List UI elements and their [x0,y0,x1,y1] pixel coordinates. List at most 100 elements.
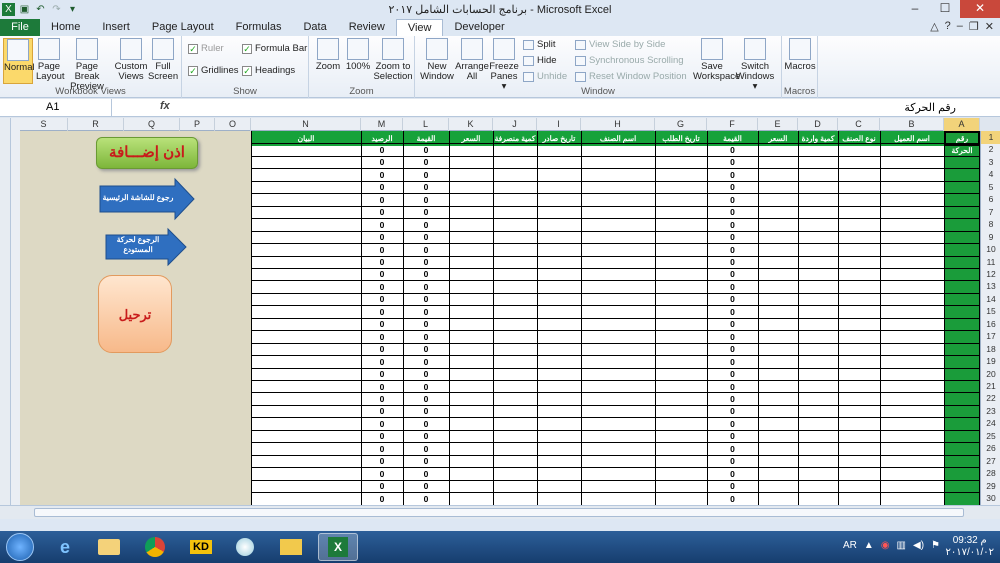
column-header-I[interactable]: I [537,118,581,131]
volume-icon[interactable]: ◀) [913,540,924,551]
vertical-scrollbar[interactable] [0,118,11,505]
cell-zero-value[interactable]: 0 [403,343,449,356]
cell-zero-value[interactable]: 0 [403,493,449,505]
cell-zero-value[interactable]: 0 [361,405,403,418]
switch-windows-button[interactable]: Switch Windows ▾ [733,38,777,92]
row-header-29[interactable]: 29 [981,480,1000,493]
name-box[interactable]: A1 [0,99,112,116]
cell-zero-value[interactable]: 0 [361,144,403,157]
page-layout-view-button[interactable]: Page Layout [36,38,65,82]
cell-zero-value[interactable]: 0 [403,393,449,406]
cell-zero-value[interactable]: 0 [707,194,758,207]
horizontal-scrollbar[interactable] [0,505,1000,519]
folder-icon[interactable] [274,533,308,561]
cell-zero-value[interactable]: 0 [361,480,403,493]
cell-zero-value[interactable]: 0 [361,256,403,269]
fx-icon[interactable]: fx [160,100,170,112]
column-header-C[interactable]: C [838,118,880,131]
kd-app-icon[interactable]: KD [184,533,218,561]
cell-zero-value[interactable]: 0 [361,455,403,468]
customize-qat-icon[interactable]: ▾ [66,3,79,16]
tab-formulas[interactable]: Formulas [225,19,293,36]
cell-zero-value[interactable]: 0 [707,244,758,257]
antivirus-icon[interactable]: ◉ [881,540,890,551]
arrange-all-button[interactable]: Arrange All [455,38,489,82]
formula-input[interactable]: رقم الحركة [904,101,956,114]
column-header-P[interactable]: P [180,118,215,131]
row-header-1[interactable]: 1 [981,131,1000,144]
cell-zero-value[interactable]: 0 [403,443,449,456]
column-header-K[interactable]: K [449,118,493,131]
start-button-icon[interactable] [6,533,34,561]
tab-view[interactable]: View [395,19,444,36]
cell-zero-value[interactable]: 0 [403,405,449,418]
cell-zero-value[interactable]: 0 [361,219,403,232]
cell-zero-value[interactable]: 0 [361,293,403,306]
view-side-by-side-button[interactable]: View Side by Side [575,39,665,50]
excel-taskbar-icon[interactable]: X [318,533,358,561]
cell-zero-value[interactable]: 0 [403,281,449,294]
cell-zero-value[interactable]: 0 [403,256,449,269]
column-header-B[interactable]: B [880,118,944,131]
cell-zero-value[interactable]: 0 [361,493,403,505]
back-warehouse-label[interactable]: الرجوع لحركة المستودع [106,235,170,255]
row-header-30[interactable]: 30 [981,492,1000,505]
hide-button[interactable]: Hide [523,55,557,66]
minimize-button[interactable]: – [900,0,930,18]
zoom-100-button[interactable]: 100% [345,38,371,72]
file-explorer-icon[interactable] [92,533,126,561]
cell-zero-value[interactable]: 0 [361,306,403,319]
cell-zero-value[interactable]: 0 [403,356,449,369]
save-workspace-button[interactable]: Save Workspace [693,38,740,82]
tab-page-layout[interactable]: Page Layout [141,19,225,36]
cell-zero-value[interactable]: 0 [707,418,758,431]
row-header-6[interactable]: 6 [981,193,1000,206]
cell-zero-value[interactable]: 0 [707,169,758,182]
unhide-button[interactable]: Unhide [523,71,567,82]
cell-zero-value[interactable]: 0 [361,343,403,356]
column-header-H[interactable]: H [581,118,655,131]
workbook-close-icon[interactable]: ✕ [985,20,994,33]
row-header-16[interactable]: 16 [981,318,1000,331]
reset-window-position-button[interactable]: Reset Window Position [575,71,687,82]
cell-zero-value[interactable]: 0 [361,156,403,169]
cell-zero-value[interactable]: 0 [403,430,449,443]
cell-zero-value[interactable]: 0 [361,331,403,344]
row-header-20[interactable]: 20 [981,368,1000,381]
cell-zero-value[interactable]: 0 [403,231,449,244]
tab-review[interactable]: Review [338,19,396,36]
cell-zero-value[interactable]: 0 [361,268,403,281]
cell-zero-value[interactable]: 0 [361,281,403,294]
page-break-preview-button[interactable]: Page Break Preview [64,38,110,92]
cell-zero-value[interactable]: 0 [707,318,758,331]
cell-zero-value[interactable]: 0 [403,181,449,194]
cell-zero-value[interactable]: 0 [361,169,403,182]
cell-zero-value[interactable]: 0 [707,219,758,232]
column-header-G[interactable]: G [655,118,707,131]
scroll-thumb[interactable] [34,508,964,517]
cell-zero-value[interactable]: 0 [707,430,758,443]
cell-zero-value[interactable]: 0 [707,381,758,394]
column-header-Q[interactable]: Q [124,118,180,131]
row-header-18[interactable]: 18 [981,343,1000,356]
full-screen-button[interactable]: Full Screen [148,38,178,82]
cell-zero-value[interactable]: 0 [403,144,449,157]
column-header-J[interactable]: J [493,118,537,131]
row-header-2[interactable]: 2 [981,143,1000,156]
column-header-S[interactable]: S [20,118,68,131]
column-header-A[interactable]: A [944,118,980,131]
redo-icon[interactable]: ↷ [50,3,63,16]
clock[interactable]: 09:32 م ٢٠١٧/٠١/٠٢ [945,535,994,559]
network-icon[interactable]: ▥ [897,540,906,551]
cell-zero-value[interactable]: 0 [707,144,758,157]
cell-zero-value[interactable]: 0 [707,181,758,194]
row-header-15[interactable]: 15 [981,305,1000,318]
cell-zero-value[interactable]: 0 [403,318,449,331]
cell-zero-value[interactable]: 0 [361,443,403,456]
row-header-3[interactable]: 3 [981,156,1000,169]
action-center-icon[interactable]: ⚑ [931,540,940,551]
column-header-R[interactable]: R [68,118,124,131]
column-header-F[interactable]: F [707,118,758,131]
row-header-23[interactable]: 23 [981,405,1000,418]
cell-zero-value[interactable]: 0 [403,306,449,319]
